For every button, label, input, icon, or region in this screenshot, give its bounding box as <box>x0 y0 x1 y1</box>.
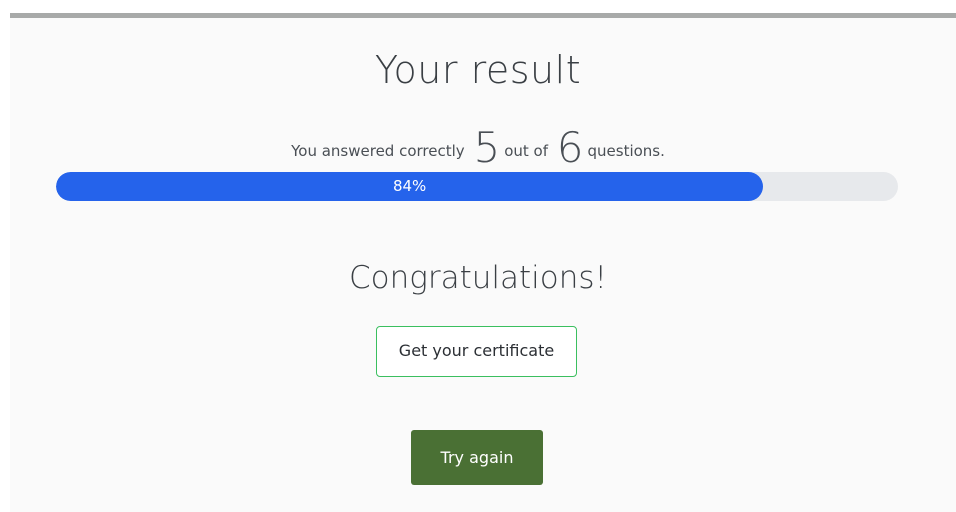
summary-suffix: questions. <box>587 142 665 160</box>
score-progress-bar: 84% <box>56 172 898 201</box>
congratulations-message: Congratulations! <box>349 260 607 296</box>
total-count: 6 <box>556 123 584 172</box>
score-progress-label: 84% <box>392 177 427 195</box>
page-title: Your result <box>374 48 582 92</box>
score-summary: You answered correctly 5 out of 6 question… <box>0 126 956 173</box>
try-again-button[interactable]: Try again <box>411 430 543 485</box>
summary-prefix: You answered correctly <box>291 142 465 160</box>
get-certificate-button[interactable]: Get your certificate <box>376 326 577 377</box>
summary-middle: out of <box>504 142 548 160</box>
correct-count: 5 <box>473 123 501 172</box>
quiz-result-page: Your result You answered correctly 5 out … <box>0 0 956 512</box>
score-progress-fill: 84% <box>56 172 764 201</box>
